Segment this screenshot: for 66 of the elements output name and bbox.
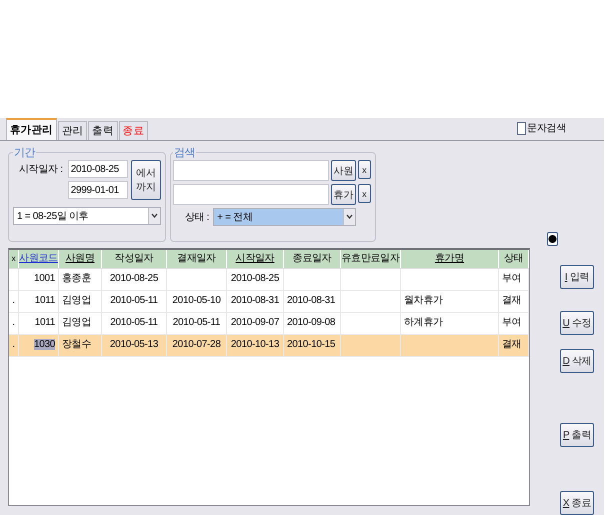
tab[interactable]: 휴가관리 [6, 118, 57, 140]
employee-search-field[interactable] [172, 160, 329, 181]
table-cell: 2010-08-25 [230, 273, 280, 284]
table-cell: 홍종훈 [62, 273, 92, 284]
column-header[interactable]: 종료일자 [284, 250, 341, 268]
action-button[interactable]: X 종료 [560, 491, 594, 515]
status-label: 상태 : [184, 211, 210, 224]
table-row[interactable]: 1001 홍종훈 2010-08-25 2010-08-25 부여 [9, 269, 529, 291]
clear-button[interactable]: x [358, 160, 371, 179]
table-cell: 2010-07-28 [172, 339, 221, 350]
table-cell: 1001 [34, 273, 55, 284]
column-header: x [9, 250, 19, 268]
tab[interactable]: 관리 [58, 121, 88, 140]
table-cell: 1011 [34, 295, 55, 306]
table-cell: 월차휴가 [404, 295, 443, 306]
table-cell: 결재 [502, 339, 522, 350]
action-button[interactable]: P 출력 [560, 423, 594, 447]
column-header[interactable]: 상태 [499, 250, 529, 268]
table-cell: 1030 [34, 339, 55, 350]
tab[interactable]: 출력 [88, 121, 118, 140]
table-cell: 부여 [502, 317, 522, 328]
table-cell: 하계휴가 [404, 317, 443, 328]
vacation-button[interactable]: 휴가 [330, 184, 356, 205]
clear-button[interactable]: x [358, 184, 371, 203]
start-date-field[interactable]: 2010-08-25 [68, 160, 128, 178]
table-cell: 김영업 [62, 295, 92, 306]
table-cell: 2010-05-10 [172, 295, 221, 306]
employee-button[interactable]: 사원 [330, 160, 356, 181]
table-cell: 김영업 [62, 317, 92, 328]
action-button[interactable]: I 입력 [560, 265, 594, 289]
preset-dropdown[interactable]: 1 = 08-25일 이후 [13, 207, 161, 225]
table-row[interactable]: . 1011 김영업 2010-05-11 2010-05-10 2010-08-31 2010-08-31 월차휴가 결재 [9, 291, 529, 313]
action-button[interactable]: D 삭제 [560, 349, 594, 373]
table-cell: 2010-05-11 [110, 317, 158, 328]
group-title: 검색 [172, 146, 196, 160]
column-header[interactable]: 유효만료일자 [341, 250, 401, 268]
range-button[interactable]: 에서 까지 [130, 160, 161, 200]
table-cell: 1011 [34, 317, 55, 328]
table-cell: 2010-05-13 [110, 339, 158, 350]
table-cell: 결재 [502, 295, 522, 306]
action-button[interactable]: U 수정 [560, 311, 594, 335]
column-header[interactable]: 결재일자 [167, 250, 227, 268]
column-header[interactable]: 휴가명 [401, 250, 499, 268]
column-header[interactable]: 사원명 [59, 250, 102, 268]
column-header[interactable]: 작성일자 [102, 250, 167, 268]
table-cell: 2010-08-25 [110, 273, 158, 284]
record-icon[interactable] [547, 232, 558, 246]
table-cell: 2010-10-15 [287, 339, 336, 350]
table-row[interactable]: . 1030 장철수 2010-05-13 2010-07-28 2010-10-13 2010-10-15 결재 [9, 335, 529, 357]
table-cell: 2010-10-13 [230, 339, 280, 350]
status-dropdown[interactable]: + = 전체 [213, 208, 356, 226]
end-date-field[interactable]: 2999-01-01 [68, 181, 128, 199]
table-cell: 2010-08-31 [230, 295, 280, 306]
table-cell: 2010-05-11 [172, 317, 220, 328]
table-cell: 2010-05-11 [110, 295, 158, 306]
vacation-search-field[interactable] [172, 184, 329, 205]
table-cell: 부여 [502, 273, 522, 284]
column-header[interactable]: 사원코드 [19, 250, 59, 268]
table-cell: 장철수 [62, 339, 92, 350]
table-cell: 2010-08-31 [287, 295, 336, 306]
group-title: 기간 [13, 146, 36, 160]
text-search-checkbox[interactable]: 문자검색 [517, 121, 566, 135]
table-cell: 2010-09-08 [287, 317, 336, 328]
table-cell: 2010-09-07 [230, 317, 280, 328]
start-date-label: 시작일자 : [18, 163, 64, 177]
column-header[interactable]: 시작일자 [227, 250, 284, 268]
